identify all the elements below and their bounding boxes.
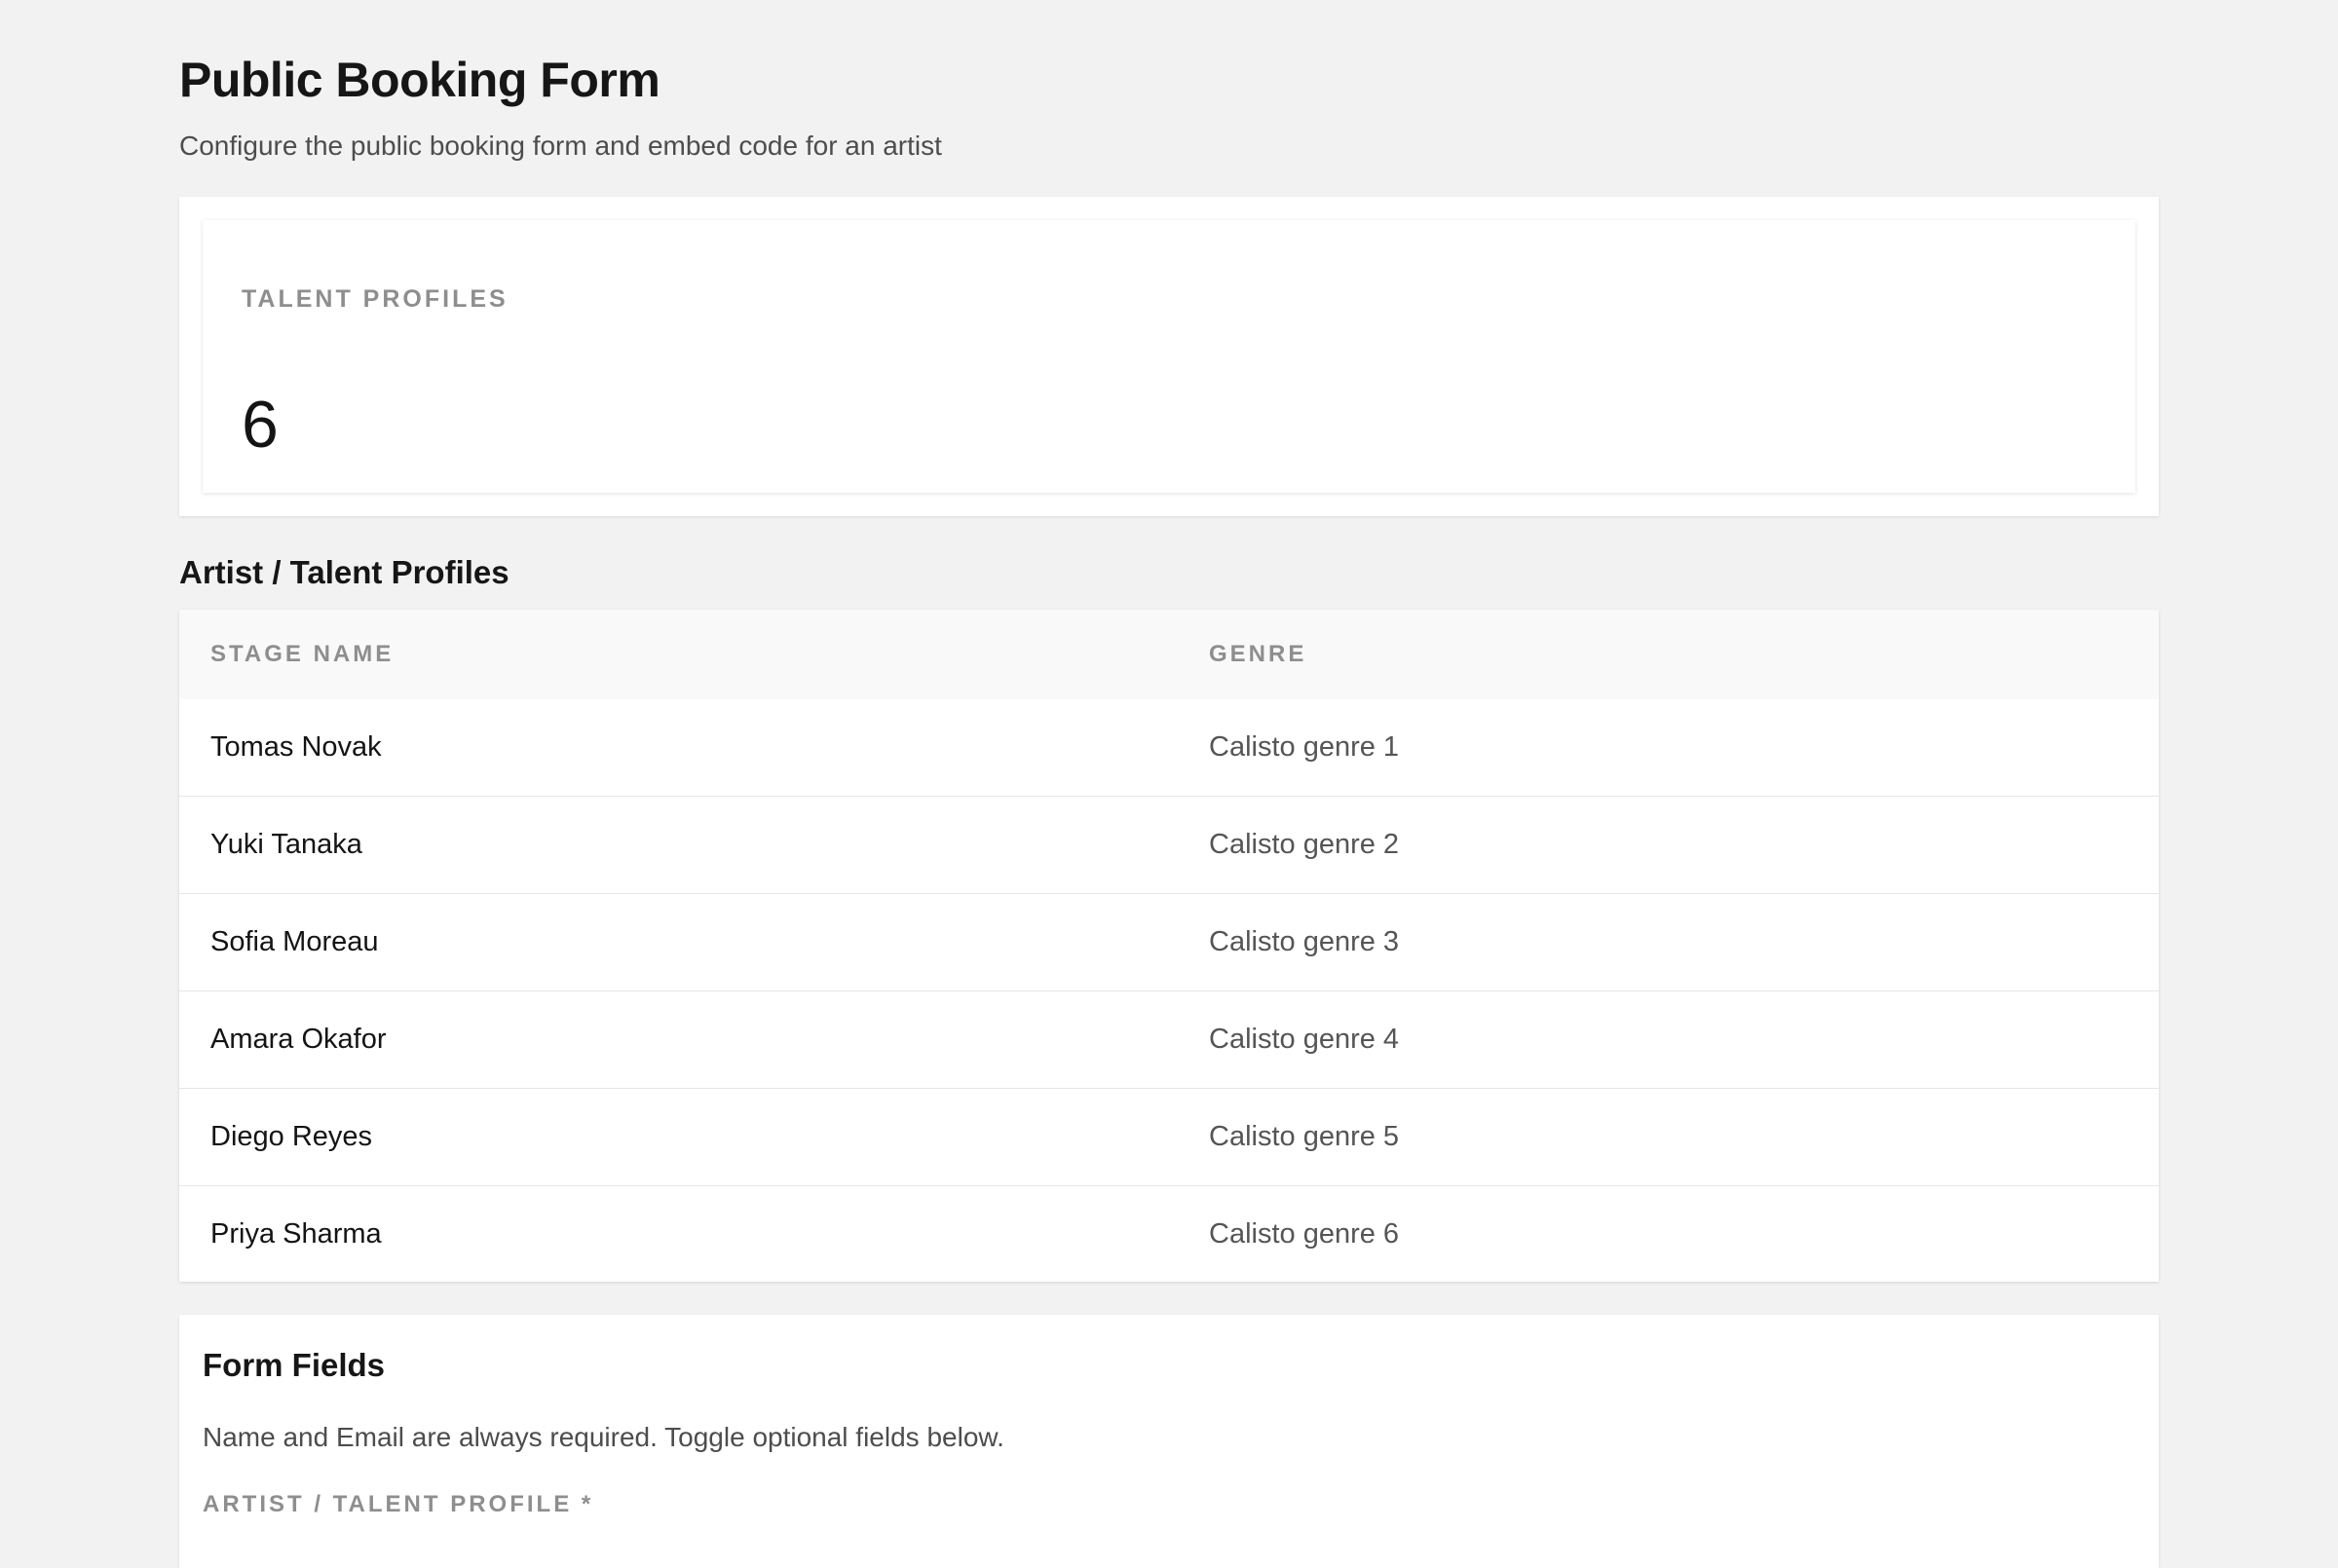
stage-name-cell: Tomas Novak — [210, 731, 382, 763]
page-subtitle: Configure the public booking form and em… — [179, 131, 942, 161]
table-row[interactable]: Tomas Novak Calisto genre 1 — [179, 699, 2159, 797]
genre-cell: Calisto genre 4 — [1178, 990, 2159, 1089]
profiles-section-title: Artist / Talent Profiles — [179, 554, 509, 590]
stats-panel: TALENT PROFILES 6 — [179, 197, 2159, 516]
table-row[interactable]: Priya Sharma Calisto genre 6 — [179, 1185, 2159, 1283]
stage-name-cell: Sofia Moreau — [179, 893, 1178, 991]
column-header-genre: GENRE — [1178, 610, 2159, 699]
stage-name-cell: Priya Sharma — [179, 1185, 1178, 1283]
table-row[interactable]: Diego Reyes Calisto genre 5 — [179, 1088, 2159, 1186]
stat-value: 6 — [242, 388, 279, 462]
talent-profiles-stat-card: TALENT PROFILES 6 — [203, 220, 2135, 493]
artist-profile-field-label: ARTIST / TALENT PROFILE * — [203, 1491, 594, 1517]
stage-name-cell: Amara Okafor — [179, 990, 1178, 1089]
table-row[interactable]: Sofia Moreau Calisto genre 3 — [179, 893, 2159, 991]
form-fields-description: Name and Email are always required. Togg… — [203, 1422, 1004, 1452]
genre-cell: Calisto genre 1 — [1209, 731, 1400, 763]
table-row[interactable]: Yuki Tanaka Calisto genre 2 — [179, 796, 2159, 894]
genre-cell: Calisto genre 2 — [1178, 796, 2159, 894]
profiles-table: STAGE NAME GENRE Tomas Novak Calisto gen… — [179, 610, 2159, 1283]
profiles-table-container: STAGE NAME GENRE Tomas Novak Calisto gen… — [179, 610, 2159, 1283]
column-header-stage-name: STAGE NAME — [179, 610, 1178, 699]
table-header-row: STAGE NAME GENRE — [179, 610, 2159, 699]
page-title: Public Booking Form — [179, 53, 660, 107]
form-fields-card: Form Fields Name and Email are always re… — [179, 1315, 2159, 1568]
form-fields-title: Form Fields — [203, 1347, 386, 1383]
table-row[interactable]: Amara Okafor Calisto genre 4 — [179, 990, 2159, 1089]
stage-name-cell: Yuki Tanaka — [179, 796, 1178, 894]
stat-label: TALENT PROFILES — [242, 285, 509, 313]
genre-cell: Calisto genre 3 — [1178, 893, 2159, 991]
stage-name-cell: Diego Reyes — [179, 1088, 1178, 1186]
genre-cell: Calisto genre 6 — [1178, 1185, 2159, 1283]
genre-cell: Calisto genre 5 — [1178, 1088, 2159, 1186]
